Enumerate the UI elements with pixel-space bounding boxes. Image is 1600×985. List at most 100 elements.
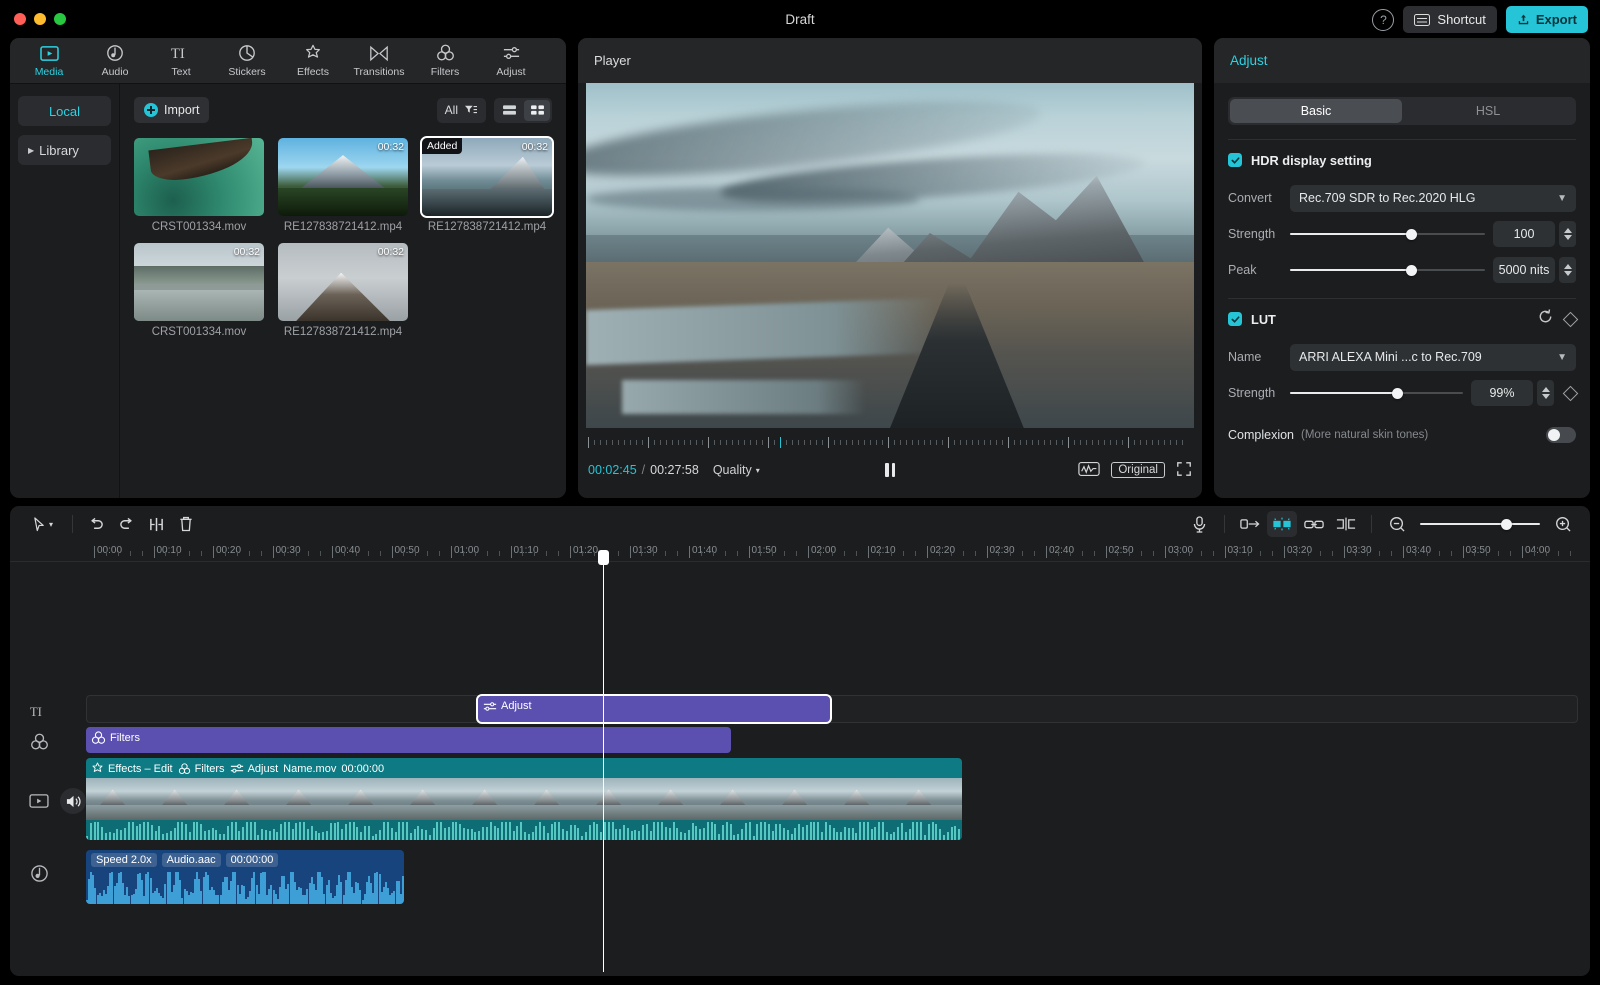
timeline-zoom-slider[interactable] [1420, 515, 1540, 533]
sidebar-item-local[interactable]: Local [18, 96, 111, 126]
list-view-icon[interactable] [496, 100, 522, 121]
playhead-handle[interactable] [598, 550, 609, 565]
redo-button[interactable] [111, 511, 141, 537]
hdr-peak-stepper[interactable] [1559, 257, 1576, 283]
tab-filters[interactable]: Filters [412, 39, 478, 83]
text-track-header[interactable]: TI [26, 700, 52, 722]
hdr-peak-value[interactable]: 5000 nits [1493, 257, 1555, 283]
hdr-strength-slider[interactable] [1290, 224, 1485, 244]
lut-checkbox[interactable] [1228, 312, 1242, 326]
trash-icon [179, 516, 193, 532]
ruler-minor-tick [1058, 551, 1059, 556]
waveform-scope-icon[interactable] [1078, 461, 1100, 480]
slider-knob[interactable] [1406, 265, 1417, 276]
ruler-minor-tick [427, 551, 428, 556]
media-item[interactable]: 00:32 RE127838721412.mp4 [278, 243, 408, 338]
tab-media[interactable]: Media [16, 39, 82, 83]
media-filter-dropdown[interactable]: All [437, 98, 486, 123]
timeline-ruler[interactable]: 00:0000:1000:2000:3000:4000:5001:0001:10… [10, 542, 1590, 562]
auto-ripple-button[interactable] [1235, 511, 1265, 537]
convert-select[interactable]: Rec.709 SDR to Rec.2020 HLG ▼ [1290, 185, 1576, 212]
ruler-minor-tick [1272, 551, 1273, 556]
help-circle-icon[interactable]: ? [1372, 9, 1394, 31]
select-tool[interactable]: ▾ [22, 511, 64, 537]
video-track-header[interactable] [26, 790, 52, 812]
delete-button[interactable] [171, 511, 201, 537]
ruler-minor-tick [1129, 551, 1130, 556]
tab-audio[interactable]: Audio [82, 39, 148, 83]
record-voiceover-button[interactable] [1184, 511, 1214, 537]
timeline-clip-audio[interactable]: Speed 2.0x Audio.aac 00:00:00 [86, 850, 404, 904]
lut-name-select[interactable]: ARRI ALEXA Mini ...c to Rec.709 ▼ [1290, 344, 1576, 371]
tab-stickers[interactable]: Stickers [214, 39, 280, 83]
tab-effects[interactable]: Effects [280, 39, 346, 83]
ruler-minor-tick [653, 551, 654, 556]
audio-track-header[interactable] [26, 862, 52, 884]
mirror-split-button[interactable] [1331, 511, 1361, 537]
scrub-tick [1056, 440, 1057, 445]
link-clips-button[interactable] [1299, 511, 1329, 537]
hdr-strength-value[interactable]: 100 [1493, 221, 1555, 247]
scrub-tick [804, 440, 805, 445]
snap-button[interactable] [1267, 511, 1297, 537]
zoom-in-button[interactable] [1548, 511, 1578, 537]
keyframe-diamond-icon[interactable] [1563, 385, 1579, 401]
lut-strength-slider[interactable] [1290, 383, 1463, 403]
media-thumbnail[interactable]: 00:32 [134, 243, 264, 321]
split-button[interactable] [141, 511, 171, 537]
tab-transitions[interactable]: Transitions [346, 39, 412, 83]
slider-knob[interactable] [1406, 229, 1417, 240]
tab-adjust[interactable]: Adjust [478, 39, 544, 83]
audio-icon [30, 864, 49, 883]
grid-view-icon[interactable] [524, 100, 550, 121]
lut-strength-value[interactable]: 99% [1471, 380, 1533, 406]
waveform-bar [733, 835, 735, 840]
clip-label: Audio.aac [162, 853, 221, 867]
media-thumbnail[interactable]: 00:32 [278, 138, 408, 216]
svg-text:TI: TI [171, 46, 185, 62]
filter-track-header[interactable] [26, 731, 52, 753]
quality-dropdown[interactable]: Quality ▾ [713, 463, 760, 477]
zoom-out-button[interactable] [1382, 511, 1412, 537]
fullscreen-icon[interactable] [1176, 461, 1192, 480]
video-icon [29, 793, 49, 809]
media-item[interactable]: CRST001334.mov [134, 138, 264, 233]
tab-hsl[interactable]: HSL [1402, 99, 1574, 123]
zoom-slider-knob[interactable] [1501, 519, 1512, 530]
tab-basic[interactable]: Basic [1230, 99, 1402, 123]
keyframe-diamond-icon[interactable] [1563, 311, 1579, 327]
lut-strength-stepper[interactable] [1537, 380, 1554, 406]
text-track-strip[interactable] [86, 695, 1578, 723]
reset-icon[interactable] [1537, 308, 1554, 330]
video-track-mute-button[interactable] [60, 788, 86, 814]
media-sidebar: Local ▶ Library [10, 84, 120, 498]
media-thumbnail[interactable]: 00:32 [278, 243, 408, 321]
pause-button[interactable] [885, 463, 895, 477]
undo-button[interactable] [81, 511, 111, 537]
timeline-clip-video[interactable]: Effects – Edit Filters Adjust Name.mov 0… [86, 758, 962, 840]
original-toggle[interactable]: Original [1111, 462, 1165, 478]
video-preview[interactable] [586, 83, 1194, 428]
hdr-peak-slider[interactable] [1290, 260, 1485, 280]
media-thumbnail[interactable]: Added 00:32 [422, 138, 552, 216]
scrub-tick [894, 440, 895, 445]
timeline-clip-adjust[interactable]: Adjust [478, 696, 830, 722]
hdr-checkbox[interactable] [1228, 153, 1242, 167]
media-item[interactable]: Added 00:32 RE127838721412.mp4 [422, 138, 552, 233]
media-item[interactable]: 00:32 RE127838721412.mp4 [278, 138, 408, 233]
timeline-clip-filters[interactable]: Filters [86, 727, 731, 753]
tab-text[interactable]: TI Text [148, 39, 214, 83]
player-scrubber[interactable] [588, 434, 1192, 450]
media-item[interactable]: 00:32 CRST001334.mov [134, 243, 264, 338]
scrub-tick [678, 440, 679, 445]
timeline-playhead[interactable] [603, 562, 604, 972]
complexion-toggle[interactable] [1546, 427, 1576, 443]
hdr-strength-stepper[interactable] [1559, 221, 1576, 247]
import-button[interactable]: Import [134, 97, 209, 123]
sidebar-item-library[interactable]: ▶ Library [18, 135, 111, 165]
slider-knob[interactable] [1392, 388, 1403, 399]
ruler-minor-tick [939, 551, 940, 556]
media-thumbnail[interactable] [134, 138, 264, 216]
export-button[interactable]: Export [1506, 6, 1588, 33]
shortcut-button[interactable]: Shortcut [1403, 6, 1496, 33]
